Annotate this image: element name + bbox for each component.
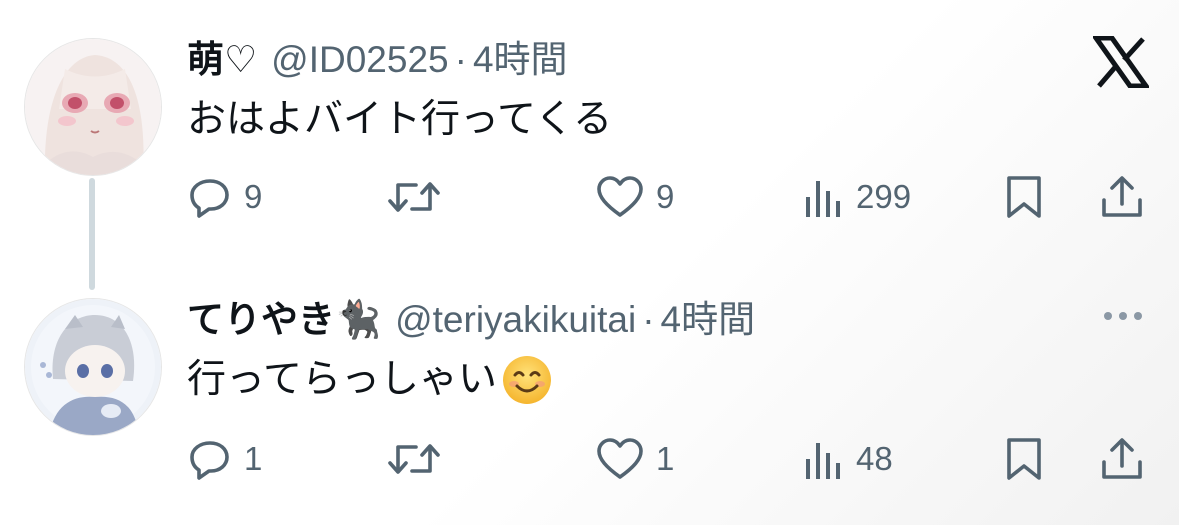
share-button[interactable]	[1100, 434, 1144, 484]
views-icon	[806, 443, 840, 479]
view-count: 48	[856, 440, 893, 477]
bookmark-button[interactable]	[1004, 434, 1044, 484]
x-logo-icon[interactable]	[1093, 36, 1149, 88]
share-icon	[1102, 176, 1142, 217]
smiling-face-emoji	[503, 356, 552, 404]
tweet-text: 行ってらっしゃい	[187, 354, 553, 406]
tweet-body: おはよバイト行ってくる	[187, 98, 613, 141]
reply-count: 9	[244, 178, 263, 215]
bookmark-icon	[1007, 438, 1041, 480]
like-count: 1	[656, 440, 675, 477]
views-button[interactable]: 48	[804, 434, 893, 484]
thread-connector	[89, 178, 95, 290]
tweet-text: おはよバイト行ってくる	[187, 95, 612, 145]
tweet-header: てりやき🐈‍⬛ @teriyakikuitai · 4時間	[187, 296, 755, 344]
tweet-header: 萌♡ @ID02525 · 4時間	[187, 36, 568, 84]
share-button[interactable]	[1100, 172, 1144, 222]
avatar[interactable]	[24, 38, 162, 176]
timestamp[interactable]: 4時間	[661, 296, 756, 344]
views-button[interactable]: 299	[804, 172, 911, 222]
separator-dot: ·	[642, 299, 655, 340]
reply-count: 1	[244, 440, 263, 477]
like-button[interactable]: 9	[596, 172, 674, 222]
like-button[interactable]: 1	[596, 434, 674, 484]
retweet-icon	[388, 182, 440, 212]
reply-button[interactable]: 1	[188, 434, 262, 484]
timestamp[interactable]: 4時間	[473, 36, 568, 84]
more-options-icon[interactable]	[1100, 306, 1146, 326]
retweet-button[interactable]	[386, 172, 442, 222]
display-name[interactable]: てりやき🐈‍⬛	[187, 296, 381, 344]
share-icon	[1102, 438, 1142, 479]
reply-icon	[190, 441, 229, 480]
like-count: 9	[656, 178, 675, 215]
retweet-button[interactable]	[386, 434, 442, 484]
user-handle[interactable]: @ID02525	[271, 36, 448, 84]
reply-button[interactable]: 9	[188, 172, 262, 222]
retweet-icon	[388, 444, 440, 474]
separator-dot: ·	[454, 39, 467, 80]
avatar[interactable]	[24, 298, 162, 436]
user-handle[interactable]: @teriyakikuitai	[395, 296, 636, 344]
reply-icon	[190, 179, 229, 218]
bookmark-button[interactable]	[1004, 172, 1044, 222]
heart-icon	[597, 176, 643, 217]
display-name[interactable]: 萌♡	[187, 36, 257, 84]
views-icon	[806, 181, 840, 217]
tweet-body: 行ってらっしゃい	[187, 358, 498, 401]
bookmark-icon	[1007, 176, 1041, 218]
view-count: 299	[856, 178, 912, 215]
heart-icon	[597, 438, 643, 479]
